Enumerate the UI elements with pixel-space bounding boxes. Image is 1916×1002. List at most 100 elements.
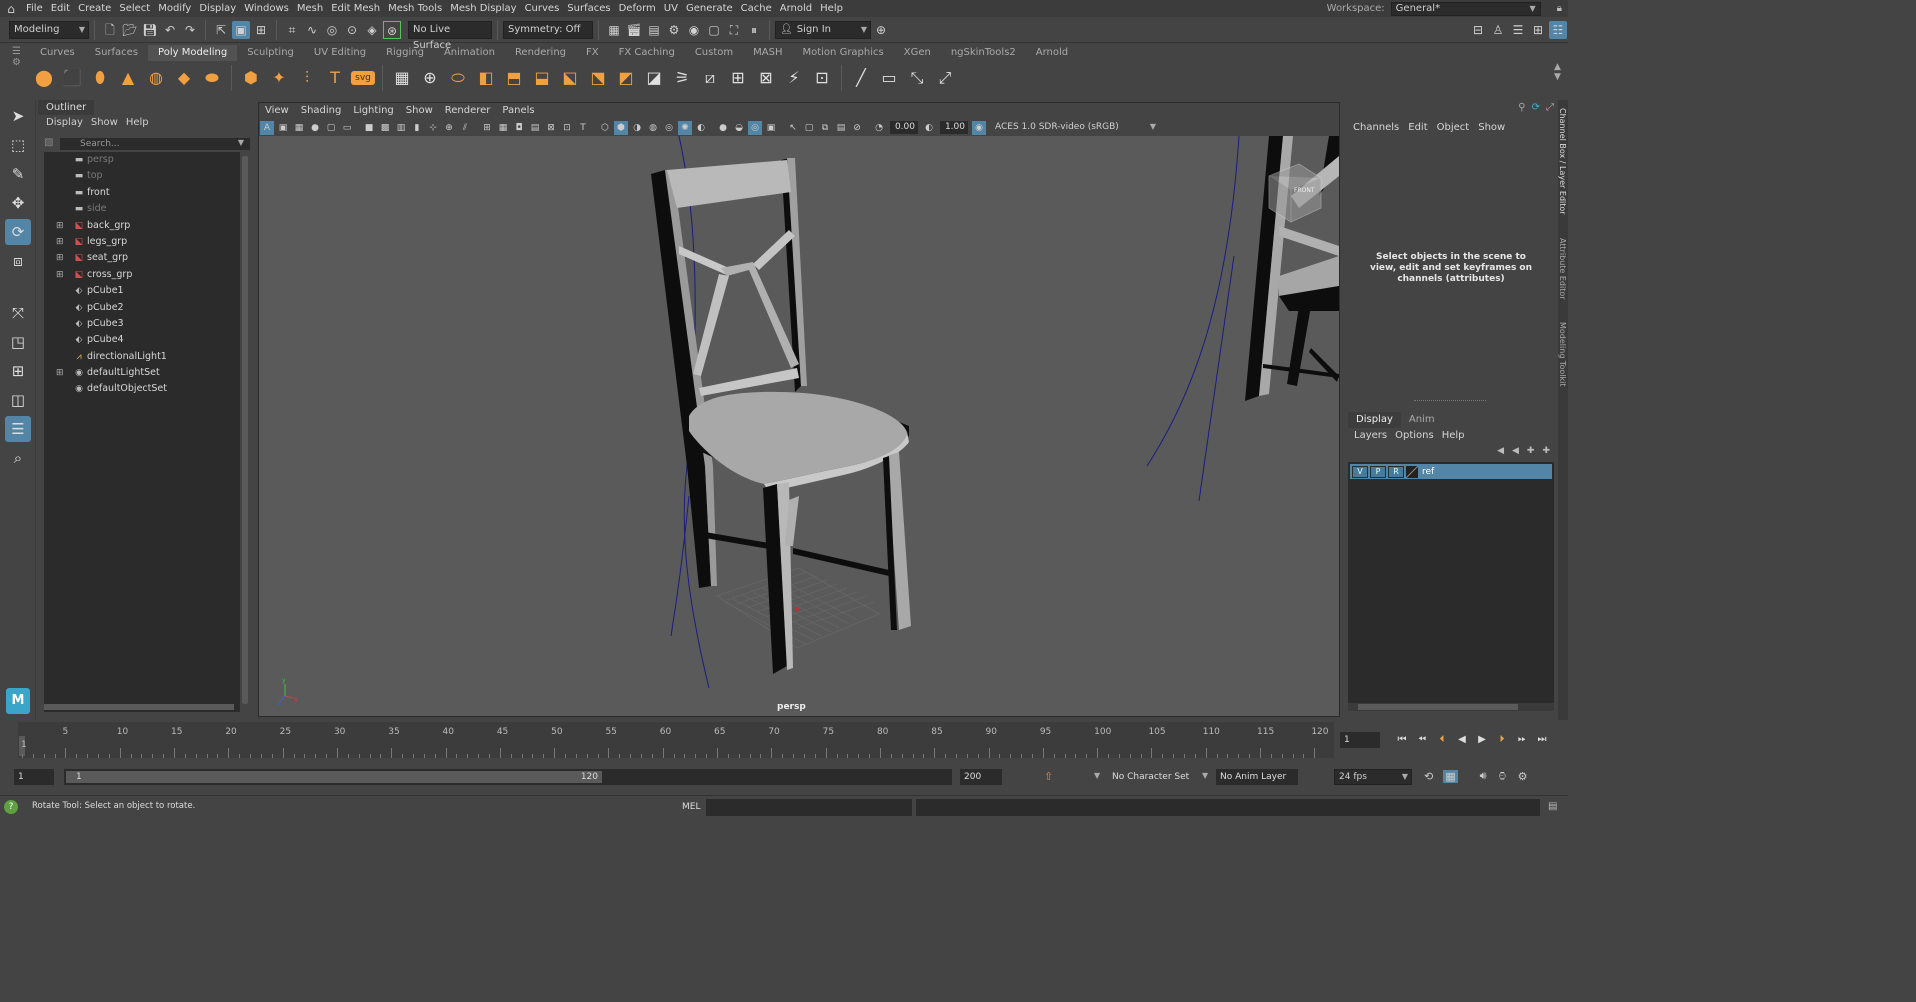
ao-icon[interactable]: ◑ [630, 121, 644, 135]
boolean-icon[interactable]: ◧ [474, 66, 498, 90]
render-settings-icon[interactable]: ⚙︎ [665, 21, 683, 39]
layer-menu-options[interactable]: Options [1395, 428, 1434, 444]
layer-playback-toggle[interactable]: P [1370, 465, 1386, 478]
snap-surface-icon[interactable]: ◈ [363, 21, 381, 39]
frame-selected-icon[interactable]: ⧉ [818, 121, 832, 135]
shelf-tab-curves[interactable]: Curves [30, 45, 85, 61]
chevron-down-icon[interactable]: ▼ [1094, 771, 1100, 780]
pin-icon[interactable]: ⚲ [1518, 102, 1525, 113]
animation-end-field[interactable]: 200 [960, 769, 1002, 785]
expand-icon[interactable]: ⊞ [56, 234, 64, 250]
time-ruler[interactable]: 1 5 10 15 20 25 30 35 40 45 50 55 60 65 70 75 80 85 90 95 1… [18, 722, 1334, 758]
color-management-icon[interactable]: ◉ [972, 120, 986, 135]
outliner-item-back-grp[interactable]: ⊞ ⬕ back_grp [44, 218, 240, 234]
menu-create[interactable]: Create [78, 3, 119, 14]
script-editor-icon[interactable]: ▤ [1548, 801, 1557, 812]
refresh-icon[interactable]: ⟳ [1532, 102, 1540, 113]
range-track[interactable]: 1 120 [64, 769, 952, 785]
outliner-item-pcube3[interactable]: ⬖ pCube3 [44, 316, 240, 332]
insert-edge-loop-icon[interactable]: ◪ [642, 66, 666, 90]
layer-row[interactable]: V P R ref [1350, 464, 1552, 479]
menu-cache[interactable]: Cache [741, 3, 780, 14]
render-view-icon[interactable]: ▢ [705, 21, 723, 39]
two-view-icon[interactable]: ◫ [5, 387, 31, 413]
shelf-tab-surfaces[interactable]: Surfaces [85, 45, 148, 61]
resolution-gate-icon[interactable]: ▥ [394, 121, 408, 135]
play-forwards-icon[interactable]: ▶ [1472, 731, 1492, 749]
pause-icon[interactable]: ⏸︎ [745, 21, 763, 39]
gate-mask-icon[interactable]: ▮ [410, 121, 424, 135]
menu-mesh-tools[interactable]: Mesh Tools [388, 3, 450, 14]
film-gate-icon[interactable]: ▭ [340, 121, 354, 135]
menu-windows[interactable]: Windows [244, 3, 297, 14]
outliner-search-input[interactable]: Search... [60, 138, 250, 150]
shelf-tab-custom[interactable]: Custom [685, 45, 743, 61]
bridge-icon[interactable]: ⬓ [530, 66, 554, 90]
go-to-start-icon[interactable]: ⏮︎ [1392, 731, 1412, 749]
gamma-icon[interactable]: ◐ [922, 121, 936, 135]
safe-action-icon[interactable]: ⊕ [442, 121, 456, 135]
scroll-thumb[interactable] [1358, 704, 1518, 710]
expand-icon[interactable]: ⊞ [56, 250, 64, 266]
shelf-tab-rendering[interactable]: Rendering [505, 45, 576, 61]
character-set-dropdown[interactable]: No Character Set [1108, 769, 1200, 785]
auto-uv-icon[interactable]: ▭ [877, 66, 901, 90]
channelbox-menu-edit[interactable]: Edit [1408, 120, 1427, 136]
outliner-menu-show[interactable]: Show [91, 115, 118, 131]
channel-box-icon[interactable]: ☷ [1549, 20, 1567, 39]
shelf-tab-rigging[interactable]: Rigging [376, 45, 434, 61]
menu-help[interactable]: Help [820, 3, 851, 14]
channelbox-menu-channels[interactable]: Channels [1353, 120, 1399, 136]
layer-tab-anim[interactable]: Anim [1401, 412, 1443, 428]
outliner-item-defaultlightset[interactable]: ⊞ ◉ defaultLightSet [44, 365, 240, 381]
go-to-end-icon[interactable]: ⏭︎ [1532, 731, 1552, 749]
xray-components-icon[interactable]: ◒ [732, 121, 746, 135]
menu-modify[interactable]: Modify [158, 3, 199, 14]
attribute-editor-icon[interactable]: ☰ [1509, 21, 1527, 39]
expand-icon[interactable]: ⊞ [56, 218, 64, 234]
lock-icon[interactable]: 🔒︎ [1557, 3, 1562, 14]
outliner-item-pcube1[interactable]: ⬖ pCube1 [44, 283, 240, 299]
channelbox-menu-object[interactable]: Object [1437, 120, 1470, 136]
outliner-item-pcube2[interactable]: ⬖ pCube2 [44, 300, 240, 316]
two-sided-icon[interactable]: ▤ [834, 121, 848, 135]
shelf-tab-animation[interactable]: Animation [434, 45, 505, 61]
bevel-icon[interactable]: ⬒ [502, 66, 526, 90]
camera-attributes-icon[interactable]: ▣ [276, 121, 290, 135]
snap-grid-icon[interactable]: ⌗ [283, 21, 301, 39]
expand-icon[interactable]: ⊞ [56, 267, 64, 283]
select-object-icon[interactable]: ▣ [232, 20, 250, 39]
loop-icon[interactable]: ⟲ [1424, 770, 1433, 783]
expand-icon[interactable]: ⤢ [1546, 102, 1554, 113]
mel-label[interactable]: MEL [682, 802, 700, 812]
grid-icon[interactable]: ⊞ [480, 121, 494, 135]
menu-mesh-display[interactable]: Mesh Display [450, 3, 524, 14]
outliner-menu-display[interactable]: Display [46, 115, 83, 131]
shelf-scroll-icon[interactable]: ▲ ▼ [1554, 62, 1561, 82]
step-forward-frame-icon[interactable]: ⏵ [1492, 731, 1512, 749]
workspace-dropdown[interactable]: General* ▼ [1390, 1, 1541, 16]
search-help-icon[interactable]: ⊕ [872, 21, 890, 39]
filter-icon[interactable]: ▧ [44, 137, 53, 148]
outliner-item-top[interactable]: ▬ top [44, 168, 240, 184]
shelf-tab-sculpting[interactable]: Sculpting [237, 45, 304, 61]
anim-layer-dropdown[interactable]: No Anim Layer [1216, 769, 1298, 785]
viewport-menu-lighting[interactable]: Lighting [353, 103, 393, 119]
lasso-tool-icon[interactable]: ⬚ [5, 132, 31, 158]
disc-icon[interactable]: ⬬ [200, 66, 224, 90]
home-icon[interactable]: ⌂ [4, 2, 18, 16]
lock-camera-icon[interactable]: ▢ [324, 121, 338, 135]
smooth-icon[interactable]: ⬭ [446, 66, 470, 90]
flat-icon[interactable]: ⊘ [850, 121, 864, 135]
fps-dropdown[interactable]: 24 fps ▼ [1334, 769, 1412, 785]
use-lights-icon[interactable]: T [576, 121, 590, 135]
cube-icon[interactable]: ⬛ [60, 66, 84, 90]
gamma-field[interactable]: 1.00 [940, 121, 968, 134]
modeling-toolkit-icon[interactable]: ⊟ [1469, 21, 1487, 39]
rotate-tool-icon[interactable]: ⟳ [5, 219, 31, 245]
shelf-tab-fx-caching[interactable]: FX Caching [609, 45, 685, 61]
channelbox-menu-show[interactable]: Show [1478, 120, 1505, 136]
new-layer-selected-icon[interactable]: ✚ [1542, 446, 1550, 456]
outliner-item-defaultobjectset[interactable]: ◉ defaultObjectSet [44, 381, 240, 397]
move-layer-down-icon[interactable]: ◀ [1512, 446, 1519, 456]
